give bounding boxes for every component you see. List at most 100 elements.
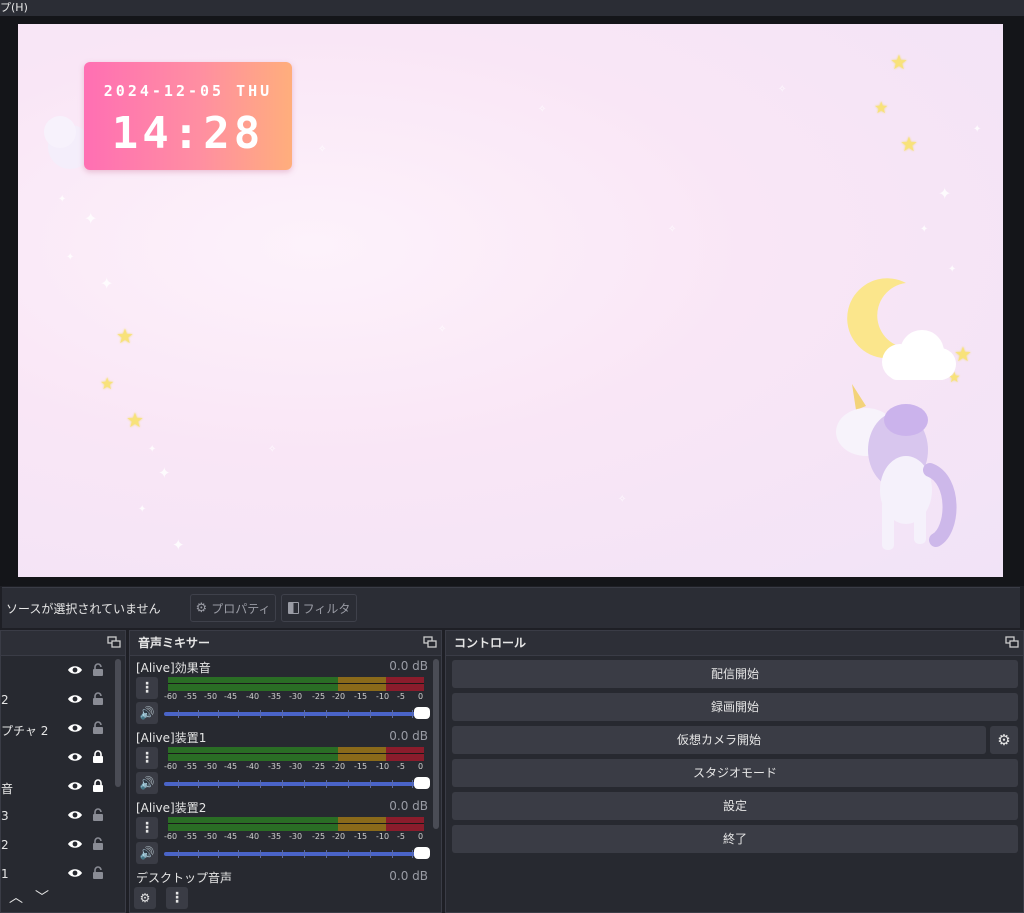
meter-tick-label: -55 (184, 832, 198, 841)
visibility-eye-icon[interactable] (67, 838, 83, 850)
meter-tick-label: -25 (312, 832, 326, 841)
volume-slider[interactable] (164, 777, 430, 789)
move-down-icon[interactable]: ﹀ (35, 887, 49, 907)
advanced-audio-button[interactable]: ⚙ (134, 887, 156, 909)
clock-date: 2024-12-05 THU (103, 82, 273, 100)
source-row[interactable]: 2 (1, 686, 121, 715)
meter-tick-label: -55 (184, 692, 198, 701)
unlock-icon[interactable] (92, 721, 104, 735)
meter-tick-label: -40 (246, 762, 260, 771)
source-row[interactable]: 1 (1, 860, 121, 889)
filters-button[interactable]: フィルタ (281, 594, 357, 622)
move-up-icon[interactable]: ︿ (9, 887, 23, 907)
source-row[interactable] (1, 744, 121, 773)
meter-tick-label: 0 (418, 692, 424, 701)
volume-slider[interactable] (164, 707, 430, 719)
unlock-icon[interactable] (92, 866, 104, 880)
meter-tick-label: -10 (376, 832, 390, 841)
channel-db: 0.0 dB (389, 729, 428, 743)
filter-icon (287, 602, 299, 614)
meter-tick-label: -35 (268, 762, 282, 771)
mute-button[interactable]: 🔊 (136, 772, 158, 794)
settings-button[interactable]: 設定 (452, 792, 1018, 820)
source-row[interactable]: 2 (1, 831, 121, 860)
source-row[interactable] (1, 657, 121, 686)
controls-dock: コントロール 配信開始 録画開始 仮想カメラ開始 ⚙ スタジオモード 設定 終了 (445, 630, 1024, 913)
no-source-selected-text: ソースが選択されていません (6, 602, 161, 616)
speaker-icon: 🔊 (139, 846, 155, 860)
meter-tick-label: -35 (268, 832, 282, 841)
start-virtual-camera-button[interactable]: 仮想カメラ開始 (452, 726, 986, 754)
lock-icon[interactable] (92, 779, 104, 793)
properties-button[interactable]: ⚙ プロパティ (190, 594, 276, 622)
volume-slider-knob[interactable] (414, 707, 430, 719)
star-icon: ★ (100, 374, 115, 393)
more-vertical-icon: ⋮ (140, 820, 154, 836)
volume-meter (168, 747, 424, 761)
studio-mode-button[interactable]: スタジオモード (452, 759, 1018, 787)
unlock-icon[interactable] (92, 808, 104, 822)
visibility-eye-icon[interactable] (67, 664, 83, 676)
mixer-menu-button[interactable]: ⋮ (166, 887, 188, 909)
gear-icon: ⚙ (195, 600, 208, 616)
exit-button[interactable]: 終了 (452, 825, 1018, 853)
meter-tick-label: -10 (376, 692, 390, 701)
volume-slider-knob[interactable] (414, 847, 430, 859)
source-name: プチャ 2 (1, 724, 49, 738)
visibility-eye-icon[interactable] (67, 722, 83, 734)
volume-slider-knob[interactable] (414, 777, 430, 789)
channel-menu-button[interactable]: ⋮ (136, 817, 158, 839)
audio-mixer-dock: 音声ミキサー [Alive]効果音 0.0 dB ⋮ -60 -55 -50 -45 -40-… (129, 630, 442, 913)
start-recording-button[interactable]: 録画開始 (452, 693, 1018, 721)
meter-tick-label: -60 (164, 832, 178, 841)
source-row[interactable]: 音 (1, 773, 121, 802)
visibility-eye-icon[interactable] (67, 867, 83, 879)
meter-tick-label: -40 (246, 832, 260, 841)
clock-widget: 2024-12-05 THU 14:28 (84, 62, 292, 170)
undock-icon[interactable] (1005, 636, 1019, 648)
channel-menu-button[interactable]: ⋮ (136, 677, 158, 699)
unicorn-image (836, 384, 957, 550)
mute-button[interactable]: 🔊 (136, 702, 158, 724)
meter-tick-label: -5 (397, 832, 405, 841)
gear-icon: ⚙ (997, 731, 1011, 749)
preview-area: ✦ ✦ ✦ ✦ ✦ ✦ ✦ ✦ ✧ ✧ ✧ ✧ ✧ ✧ ✧ ✦ ✦ ✦ ✦ ★ … (0, 16, 1024, 586)
sources-scrollbar[interactable] (115, 659, 121, 787)
source-name: 2 (1, 693, 9, 707)
more-vertical-icon: ⋮ (140, 680, 154, 696)
visibility-eye-icon[interactable] (67, 809, 83, 821)
sources-dock-title (1, 631, 125, 656)
menu-help[interactable]: プ(H) (0, 1, 28, 14)
meter-tick-label: -25 (312, 762, 326, 771)
channel-menu-button[interactable]: ⋮ (136, 747, 158, 769)
source-row[interactable]: プチャ 2 (1, 715, 121, 744)
mute-button[interactable]: 🔊 (136, 842, 158, 864)
mixer-title-label: 音声ミキサー (138, 636, 211, 650)
unlock-icon[interactable] (92, 663, 104, 677)
start-streaming-button[interactable]: 配信開始 (452, 660, 1018, 688)
lock-icon[interactable] (92, 750, 104, 764)
unlock-icon[interactable] (92, 837, 104, 851)
meter-tick-label: -40 (246, 692, 260, 701)
virtual-camera-settings-button[interactable]: ⚙ (990, 726, 1018, 754)
meter-tick-label: -15 (354, 762, 368, 771)
visibility-eye-icon[interactable] (67, 693, 83, 705)
source-name: 1 (1, 867, 9, 881)
unlock-icon[interactable] (92, 692, 104, 706)
more-vertical-icon: ⋮ (140, 750, 154, 766)
speaker-icon: 🔊 (139, 776, 155, 790)
meter-tick-label: -5 (397, 692, 405, 701)
meter-tick-label: -30 (289, 762, 303, 771)
clock-time: 14:28 (111, 108, 265, 159)
volume-slider[interactable] (164, 847, 430, 859)
visibility-eye-icon[interactable] (67, 780, 83, 792)
scene-preview[interactable]: ✦ ✦ ✦ ✦ ✦ ✦ ✦ ✦ ✧ ✧ ✧ ✧ ✧ ✧ ✧ ✦ ✦ ✦ ✦ ★ … (18, 24, 1003, 577)
meter-tick-label: 0 (418, 832, 424, 841)
channel-db: 0.0 dB (389, 799, 428, 813)
undock-icon[interactable] (423, 636, 437, 648)
undock-icon[interactable] (107, 636, 121, 648)
mixer-scrollbar[interactable] (433, 659, 439, 829)
source-row[interactable]: 3 (1, 802, 121, 831)
visibility-eye-icon[interactable] (67, 751, 83, 763)
menu-bar: プ(H) (0, 0, 1024, 16)
